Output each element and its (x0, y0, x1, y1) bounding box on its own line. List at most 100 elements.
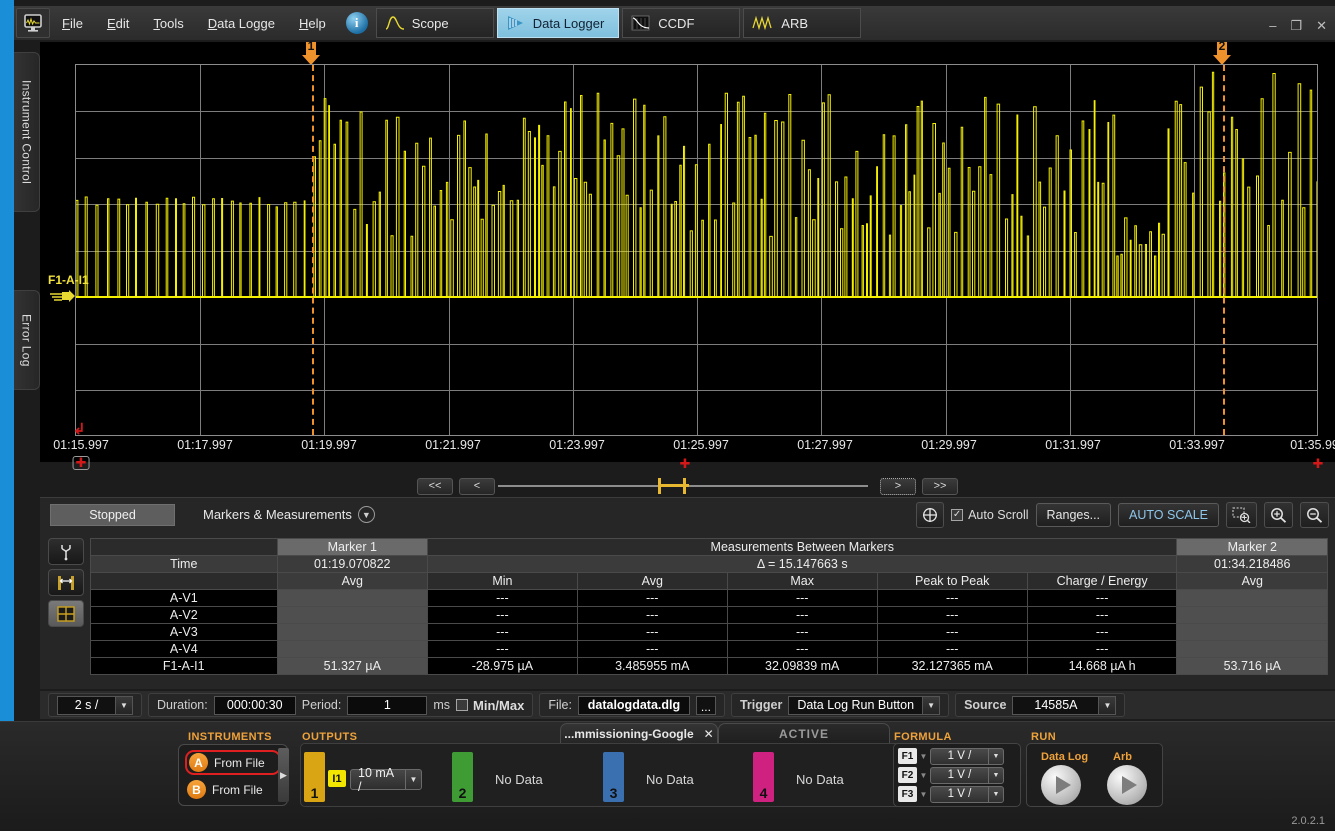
marker-tool-icon[interactable] (48, 538, 84, 565)
trigger-select[interactable]: Data Log Run Button ▼ (788, 695, 941, 715)
row-0-marker1 (276, 589, 429, 607)
menu-edit[interactable]: Edit (95, 12, 141, 35)
measurements-table[interactable]: Marker 1 Measurements Between Markers Ma… (90, 538, 1328, 675)
trigger-value: Data Log Run Button (797, 698, 915, 712)
formula-row-f1[interactable]: F1 ▼ 1 V / ▼ (898, 747, 1020, 765)
row-1-marker2 (1176, 606, 1328, 624)
tab-ccdf[interactable]: CCDF (622, 8, 741, 38)
zoom-box-icon[interactable] (1226, 502, 1257, 528)
markers-measurements-title[interactable]: Markers & Measurements ▼ (203, 506, 375, 523)
auto-scroll-check-icon: ✓ (951, 509, 964, 521)
channel-1-range-select[interactable]: 10 mA / ▼ (350, 766, 422, 794)
auto-scroll-checkbox[interactable]: ✓ Auto Scroll (951, 508, 1029, 522)
zoom-in-icon[interactable] (1264, 502, 1293, 528)
chevron-down-icon[interactable]: ▼ (919, 752, 928, 761)
source-select[interactable]: 14585A ▼ (1012, 695, 1117, 715)
red-flag-mid-icon[interactable]: ✚ (680, 456, 691, 472)
table-row[interactable]: F1-A-I1 51.327 µA -28.975 µA 3.485955 mA… (90, 657, 1328, 675)
tab-data-logger[interactable]: Data Logger (496, 8, 620, 38)
table-row[interactable]: A-V4 --- --- --- --- --- (90, 640, 1328, 658)
formula-row-f2[interactable]: F2 ▼ 1 V / ▼ (898, 766, 1020, 784)
channel-1-bar[interactable]: 1 (304, 752, 325, 802)
duration-input[interactable]: 000:00:30 (213, 695, 296, 715)
formula-f2-select[interactable]: 1 V / ▼ (930, 766, 1004, 784)
marker-2-line[interactable] (1223, 65, 1225, 435)
table-row[interactable]: A-V3 --- --- --- --- --- (90, 623, 1328, 641)
info-icon[interactable]: i (345, 12, 368, 34)
minimize-button[interactable]: – (1269, 18, 1276, 34)
file-input[interactable]: datalogdata.dlg (577, 695, 690, 715)
timebase-select[interactable]: 2 s / ▼ (57, 695, 133, 715)
chevron-down-icon[interactable]: ▼ (357, 506, 375, 523)
tab-scope[interactable]: Scope (375, 8, 494, 38)
nav-first-button[interactable]: << (417, 477, 453, 495)
instrument-item-a[interactable]: A From File (185, 750, 281, 775)
maximize-button[interactable]: ❒ (1290, 18, 1302, 34)
marker-2-handle[interactable]: 2 (1213, 39, 1231, 66)
tab-arb[interactable]: ARB (743, 8, 862, 38)
instrument-logo-icon[interactable] (16, 8, 50, 38)
ground-reference-icon[interactable] (49, 290, 75, 306)
chevron-down-icon[interactable]: ▼ (922, 696, 940, 714)
plot-area[interactable]: 1 2 F1-A-I1 01:15.997 01:17.997 01:19.99… (40, 39, 1335, 471)
file-tab[interactable]: ...mmissioning-Google ✕ (560, 723, 718, 743)
plot-grid[interactable] (75, 64, 1318, 436)
sidebar-tab-error-log[interactable]: Error Log (14, 290, 40, 390)
marker-span-icon[interactable] (48, 569, 84, 596)
zoom-out-icon[interactable] (1300, 502, 1329, 528)
chevron-down-icon[interactable]: ▼ (919, 790, 928, 799)
x-tick-1: 01:17.997 (177, 438, 233, 452)
channel-1-signal-badge[interactable]: I1 (328, 770, 346, 787)
red-flag-end-icon[interactable]: ✚ (1313, 456, 1324, 472)
channel-3-bar[interactable]: 3 (603, 752, 624, 802)
chevron-down-icon[interactable]: ▼ (988, 748, 1003, 764)
menu-file[interactable]: File (50, 12, 95, 35)
table-row[interactable]: A-V1 --- --- --- --- --- (90, 589, 1328, 607)
status-badge[interactable]: Stopped (50, 504, 175, 526)
add-marker-icon[interactable] (916, 502, 945, 528)
instrument-item-b[interactable]: B From File (185, 779, 281, 800)
period-input[interactable]: 1 (347, 695, 428, 715)
markers-measurements-label: Markers & Measurements (203, 507, 352, 522)
chevron-down-icon[interactable]: ▼ (919, 771, 928, 780)
nav-prev-button[interactable]: < (459, 477, 495, 495)
sidebar-tab-instrument-control[interactable]: Instrument Control (14, 52, 40, 212)
formula-f1-select[interactable]: 1 V / ▼ (930, 747, 1004, 765)
menu-data-logger[interactable]: Data Logge (196, 12, 287, 35)
table-row[interactable]: A-V2 --- --- --- --- --- (90, 606, 1328, 624)
browse-button[interactable]: ... (695, 695, 716, 715)
channel-4-bar[interactable]: 4 (753, 752, 774, 802)
red-flag-start-icon[interactable]: ✚ (72, 456, 90, 470)
close-icon[interactable]: ✕ (704, 727, 714, 741)
ranges-button[interactable]: Ranges... (1035, 503, 1112, 527)
marker-1-line[interactable] (312, 65, 314, 435)
menu-tools[interactable]: Tools (141, 12, 195, 35)
nav-track[interactable] (498, 478, 868, 494)
nav-last-button[interactable]: >> (922, 477, 958, 495)
arb-play-button[interactable] (1107, 765, 1147, 805)
chevron-down-icon[interactable]: ▼ (988, 786, 1003, 802)
row-3-marker2 (1176, 640, 1328, 658)
scroll-right-icon[interactable]: ▶ (278, 748, 289, 802)
chevron-down-icon[interactable]: ▼ (1098, 696, 1116, 714)
formula-f3-select[interactable]: 1 V / ▼ (930, 785, 1004, 803)
close-button[interactable]: ✕ (1316, 18, 1327, 34)
trigger-level-icon[interactable]: ↲ (73, 420, 86, 438)
menu-help[interactable]: Help (287, 12, 338, 35)
plot-scroll-bar: << < > >> (40, 475, 1335, 497)
minmax-checkbox[interactable]: Min/Max (456, 698, 524, 713)
chevron-down-icon[interactable]: ▼ (115, 696, 132, 714)
chevron-down-icon[interactable]: ▼ (404, 770, 421, 789)
marker-1-handle[interactable]: 1 (302, 39, 320, 66)
tab-data-logger-label: Data Logger (532, 15, 605, 31)
channel-2-bar[interactable]: 2 (452, 752, 473, 802)
instrument-b-label: From File (212, 782, 263, 797)
nav-thumb[interactable] (658, 478, 689, 494)
table-view-icon[interactable] (48, 600, 84, 627)
auto-scale-button[interactable]: AUTO SCALE (1118, 503, 1219, 527)
data-log-play-button[interactable] (1041, 765, 1081, 805)
chevron-down-icon[interactable]: ▼ (988, 767, 1003, 783)
formula-row-f3[interactable]: F3 ▼ 1 V / ▼ (898, 785, 1020, 803)
active-tab[interactable]: ACTIVE (718, 723, 890, 743)
nav-next-button[interactable]: > (880, 477, 916, 495)
